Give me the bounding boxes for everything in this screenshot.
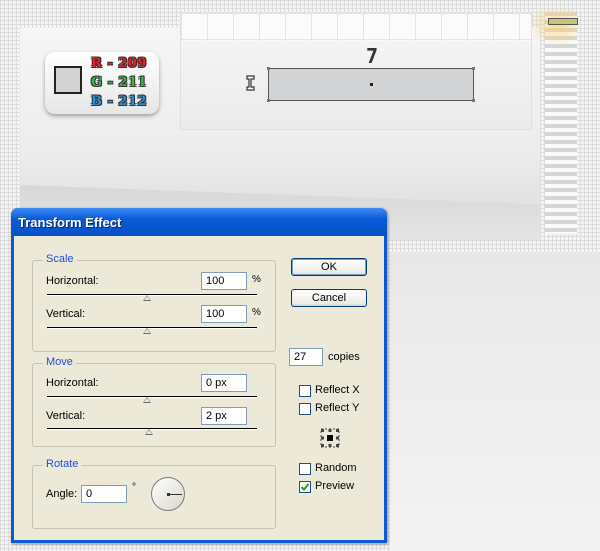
angle-dial-hub xyxy=(167,493,170,496)
red-value: R - 209 xyxy=(91,56,147,71)
preview-checkbox[interactable] xyxy=(299,481,311,493)
canvas-plain-area xyxy=(390,252,600,551)
selection-handle[interactable] xyxy=(267,99,270,102)
step-number: 7 xyxy=(365,44,379,68)
move-group-label: Move xyxy=(43,356,76,368)
selected-rectangle[interactable] xyxy=(267,67,475,102)
move-vertical-slider-thumb[interactable] xyxy=(145,429,153,435)
transform-effect-dialog: Transform Effect Scale Horizontal: % Ver… xyxy=(11,208,387,543)
scale-vertical-input[interactable] xyxy=(201,305,247,323)
highlight-glow xyxy=(528,10,578,46)
move-horizontal-slider-track[interactable] xyxy=(47,396,257,398)
selection-handle[interactable] xyxy=(472,67,475,70)
check-icon xyxy=(300,483,310,491)
green-value: G - 211 xyxy=(91,75,148,90)
angle-dial-needle xyxy=(168,494,182,495)
dialog-body: Scale Horizontal: % Vertical: % Move Hor… xyxy=(14,236,384,540)
move-horizontal-slider-thumb[interactable] xyxy=(143,397,151,403)
reflect-x-label: Reflect X xyxy=(315,384,360,396)
blue-value: B - 212 xyxy=(91,94,148,109)
move-vertical-input[interactable] xyxy=(201,407,247,425)
move-horizontal-input[interactable] xyxy=(201,374,247,392)
dialog-title: Transform Effect xyxy=(18,215,122,230)
angle-dial[interactable] xyxy=(151,477,185,511)
copies-input[interactable] xyxy=(289,348,323,366)
angle-input[interactable] xyxy=(81,485,127,503)
scale-horizontal-input[interactable] xyxy=(201,272,247,290)
dimension-icon xyxy=(246,75,255,91)
reflect-y-label: Reflect Y xyxy=(315,402,360,414)
reflect-y-checkbox[interactable] xyxy=(299,403,311,415)
scale-horizontal-slider-thumb[interactable] xyxy=(143,295,151,301)
scale-group-label: Scale xyxy=(43,253,77,265)
scale-horizontal-unit: % xyxy=(252,274,261,285)
top-copy xyxy=(548,18,578,25)
scale-horizontal-slider-track[interactable] xyxy=(47,294,257,296)
dialog-titlebar[interactable]: Transform Effect xyxy=(11,208,387,236)
scale-group: Scale Horizontal: % Vertical: % xyxy=(32,253,276,352)
angle-unit: ° xyxy=(132,482,136,493)
scale-vertical-unit: % xyxy=(252,307,261,318)
scale-vertical-slider-track[interactable] xyxy=(47,327,257,329)
move-vertical-label: Vertical: xyxy=(46,410,86,422)
angle-label: Angle: xyxy=(46,488,78,500)
random-checkbox[interactable] xyxy=(299,463,311,475)
center-point xyxy=(370,83,373,86)
selection-handle[interactable] xyxy=(267,67,270,70)
move-horizontal-label: Horizontal: xyxy=(46,377,99,389)
ok-button[interactable]: OK xyxy=(291,258,367,276)
rotate-group: Rotate Angle: ° xyxy=(32,458,276,529)
scale-horizontal-label: Horizontal: xyxy=(46,275,99,287)
reflect-x-checkbox[interactable] xyxy=(299,385,311,397)
move-group: Move Horizontal: Vertical: xyxy=(32,356,276,447)
color-swatch xyxy=(54,66,82,94)
selection-handle[interactable] xyxy=(472,99,475,102)
copies-label: copies xyxy=(328,351,360,363)
cancel-button[interactable]: Cancel xyxy=(291,289,367,307)
scale-vertical-slider-thumb[interactable] xyxy=(143,328,151,334)
rotate-group-label: Rotate xyxy=(43,458,82,470)
color-info-card: R - 209 G - 211 B - 212 xyxy=(45,52,159,114)
scale-vertical-label: Vertical: xyxy=(46,308,86,320)
random-label: Random xyxy=(315,462,357,474)
preview-label: Preview xyxy=(315,480,355,492)
reference-point-icon[interactable] xyxy=(320,428,340,448)
